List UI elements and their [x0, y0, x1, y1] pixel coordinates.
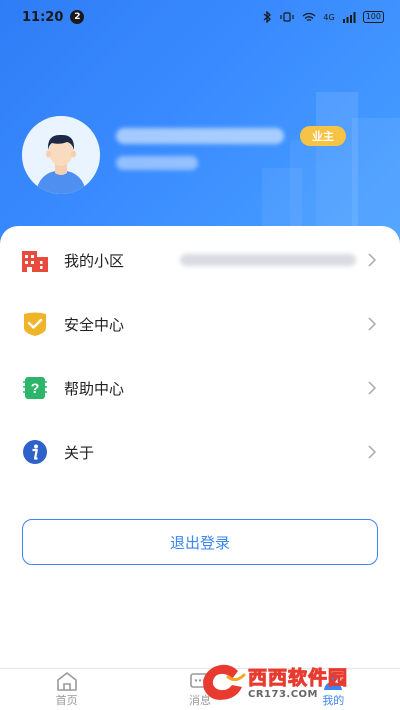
chevron-right-icon	[368, 444, 380, 460]
notification-count-badge: 2	[70, 10, 85, 24]
menu-item-my-community[interactable]: 我的小区	[0, 228, 400, 292]
wifi-icon	[303, 12, 316, 21]
menu-item-security-center[interactable]: 安全中心	[0, 292, 400, 356]
watermark-url: CR173.COM	[248, 688, 319, 700]
status-icons: 4G 100	[263, 11, 384, 23]
shield-check-icon	[20, 309, 50, 339]
logout-button[interactable]: 退出登录	[22, 519, 378, 565]
profile-header: 11:20 2 4G 100 业主	[0, 0, 400, 260]
svg-text:?: ?	[31, 380, 40, 396]
watermark: 西西软件园 CR173.COM	[198, 660, 386, 706]
building-icon	[20, 245, 50, 275]
phone-redacted	[116, 156, 198, 170]
menu-label-help-center: 帮助中心	[64, 379, 125, 398]
menu-item-help-center[interactable]: ? 帮助中心	[0, 356, 400, 420]
menu-label-about: 关于	[64, 443, 95, 462]
user-avatar-icon	[22, 116, 100, 194]
network-type: 4G	[323, 12, 335, 22]
status-time: 11:20	[22, 9, 64, 25]
watermark-name: 西西软件园	[247, 666, 349, 689]
community-name-redacted	[180, 254, 356, 266]
tab-label-home: 首页	[55, 694, 78, 707]
tab-home[interactable]: 首页	[0, 669, 133, 710]
menu-card: 我的小区 安全中心 ? 帮助中心 关于	[0, 226, 400, 670]
menu-item-about[interactable]: 关于	[0, 420, 400, 484]
vibrate-icon	[280, 12, 295, 22]
help-chip-icon: ?	[20, 373, 50, 403]
battery-indicator: 100	[362, 11, 384, 23]
role-badge: 业主	[300, 126, 346, 146]
status-bar: 11:20 2 4G 100	[0, 0, 400, 34]
username-redacted	[116, 128, 284, 144]
chevron-right-icon	[368, 252, 380, 268]
chevron-right-icon	[368, 316, 380, 332]
chevron-right-icon	[368, 380, 380, 396]
bluetooth-icon	[264, 11, 272, 23]
menu-label-security-center: 安全中心	[64, 315, 125, 334]
info-icon	[20, 437, 50, 467]
avatar[interactable]	[22, 116, 100, 194]
home-icon	[56, 672, 77, 691]
watermark-logo-icon	[203, 664, 246, 700]
signal-icon	[342, 11, 356, 23]
menu-label-my-community: 我的小区	[64, 251, 125, 270]
